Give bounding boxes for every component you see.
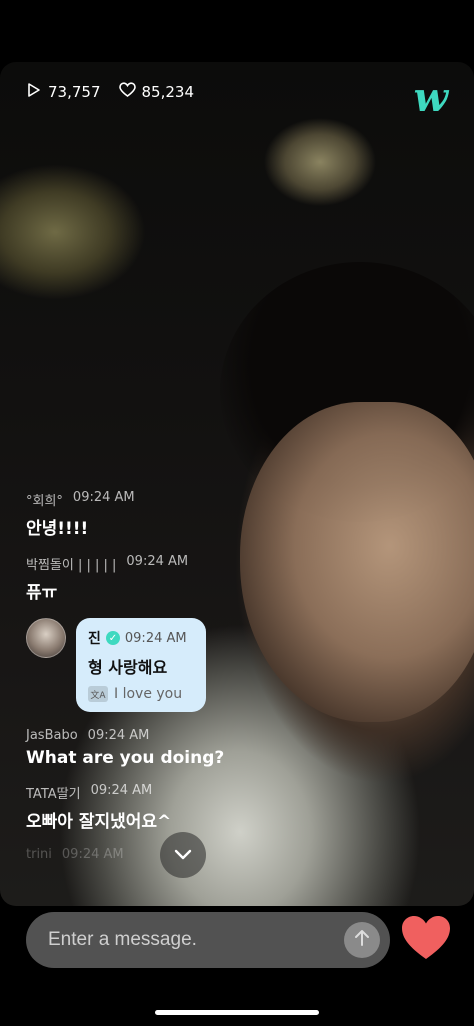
message-input[interactable]: [26, 928, 344, 952]
chat-time: 09:24 AM: [72, 490, 135, 505]
verified-badge-icon: ✓: [105, 631, 120, 645]
chevron-down-icon: [174, 845, 192, 866]
chat-text: What are you doing?: [26, 748, 225, 768]
translate-icon: 文A: [88, 686, 108, 702]
chat-username: 박찜돌이 | | | | |: [26, 558, 117, 573]
artist-avatar[interactable]: [26, 618, 66, 658]
chat-time: 09:24 AM: [61, 847, 124, 862]
view-count: 73,757: [26, 82, 101, 102]
weverse-logo[interactable]: w: [414, 78, 448, 118]
chat-time: 09:24 AM: [124, 630, 187, 646]
view-count-value: 73,757: [48, 83, 101, 101]
chat-message: °회희° 09:24 AM 안녕!!!!: [26, 490, 326, 539]
chat-time: 09:24 AM: [90, 783, 153, 798]
chat-username: JasBabo: [26, 728, 78, 743]
home-indicator[interactable]: [155, 1010, 319, 1015]
like-button[interactable]: [400, 914, 452, 966]
scroll-down-button[interactable]: [160, 832, 206, 878]
message-bar: [26, 912, 390, 968]
chat-message: 박찜돌이 | | | | | 09:24 AM 퓨ㅠ: [26, 554, 326, 603]
send-button[interactable]: [344, 922, 380, 958]
artist-text: 형 사랑해요: [88, 658, 168, 677]
heart-icon: [400, 916, 452, 966]
chat-feed[interactable]: °회희° 09:24 AM 안녕!!!! 박찜돌이 | | | | | 09:24 …: [26, 490, 326, 877]
like-count-value: 85,234: [141, 83, 195, 101]
heart-outline-icon: [118, 82, 136, 102]
chat-username: °회희°: [26, 494, 63, 509]
chat-username: TATA딸기: [26, 787, 81, 802]
live-stats: 73,757 85,234: [26, 82, 194, 102]
artist-name: 진: [88, 631, 101, 647]
translation-text: I love you: [114, 686, 183, 702]
chat-text: 퓨ㅠ: [26, 583, 58, 603]
chat-time: 09:24 AM: [87, 728, 150, 743]
like-count: 85,234: [118, 82, 195, 102]
artist-message: 진 ✓ 09:24 AM 형 사랑해요 文A I love you: [26, 618, 326, 712]
chat-text: 오빠아 잘지냈어요^: [26, 812, 172, 832]
arrow-up-icon: [354, 928, 370, 952]
chat-time: 09:24 AM: [126, 554, 189, 569]
chat-message: TATA딸기 09:24 AM 오빠아 잘지냈어요^: [26, 783, 326, 832]
chat-message: JasBabo 09:24 AM What are you doing?: [26, 728, 326, 768]
play-icon: [26, 82, 42, 102]
chat-username: trini: [26, 847, 52, 862]
chat-text: 안녕!!!!: [26, 519, 89, 539]
artist-bubble: 진 ✓ 09:24 AM 형 사랑해요 文A I love you: [76, 618, 206, 712]
translation: 文A I love you: [88, 686, 194, 702]
